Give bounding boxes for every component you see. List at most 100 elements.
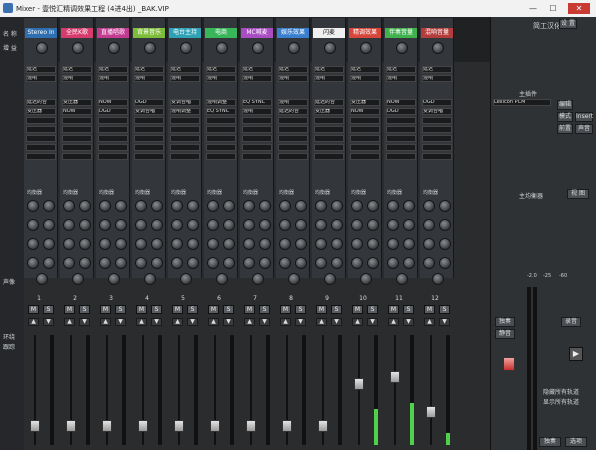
insert-button[interactable]: Insert — [575, 112, 593, 122]
channel-name-11[interactable]: 伴奏音量 — [385, 28, 417, 38]
insert-slot[interactable] — [134, 117, 164, 124]
eq-freq-knob[interactable] — [43, 219, 55, 231]
insert-slot[interactable] — [314, 117, 344, 124]
pan-knob[interactable] — [252, 273, 264, 285]
eq-gain-knob[interactable] — [27, 238, 39, 250]
insert-slot[interactable] — [26, 153, 56, 160]
eq-gain-knob[interactable] — [351, 219, 363, 231]
insert-slot[interactable] — [314, 135, 344, 142]
insert-slot[interactable] — [242, 117, 272, 124]
channel-name-6[interactable]: 电商 — [205, 28, 237, 38]
insert-slot[interactable]: 混响 — [278, 99, 308, 106]
pan-knob[interactable] — [360, 273, 372, 285]
insert-slot[interactable] — [314, 153, 344, 160]
mute-button[interactable]: M — [316, 305, 327, 314]
eq-gain-knob[interactable] — [279, 257, 291, 269]
insert-slot[interactable]: 混响 — [242, 108, 272, 115]
eq-gain-knob[interactable] — [63, 238, 75, 250]
hide-tracks-label[interactable]: 隐藏所有轨道 — [543, 387, 579, 396]
eq-gain-knob[interactable] — [135, 200, 147, 212]
pan-knob[interactable] — [288, 273, 300, 285]
arrow-up-icon[interactable]: ▲ — [424, 318, 435, 326]
insert-slot[interactable] — [170, 135, 200, 142]
eq-freq-knob[interactable] — [331, 200, 343, 212]
view-button[interactable]: 视 图 — [567, 189, 589, 199]
eq-freq-knob[interactable] — [403, 200, 415, 212]
eq-freq-knob[interactable] — [367, 238, 379, 250]
arrow-up-icon[interactable]: ▲ — [388, 318, 399, 326]
aux-send-1[interactable]: 延迟 — [26, 66, 56, 73]
eq-freq-knob[interactable] — [331, 238, 343, 250]
show-tracks-label[interactable]: 显示所有轨道 — [543, 397, 579, 406]
eq-gain-knob[interactable] — [63, 200, 75, 212]
insert-slot[interactable]: 变压器 — [26, 108, 56, 115]
insert-slot[interactable] — [170, 117, 200, 124]
aux-send-1[interactable]: 延迟 — [62, 66, 92, 73]
eq-freq-knob[interactable] — [187, 257, 199, 269]
insert-slot[interactable] — [386, 126, 416, 133]
eq-gain-knob[interactable] — [99, 219, 111, 231]
gain-knob[interactable] — [72, 42, 84, 54]
channel-name-1[interactable]: Stereo In — [25, 28, 57, 38]
eq-freq-knob[interactable] — [223, 200, 235, 212]
eq-gain-knob[interactable] — [207, 200, 219, 212]
eq-gain-knob[interactable] — [243, 257, 255, 269]
fader-cap[interactable] — [426, 406, 436, 418]
mute-button[interactable]: M — [388, 305, 399, 314]
insert-slot[interactable]: 混响调整 — [206, 99, 236, 106]
insert-slot[interactable]: 延迟的合 — [314, 99, 344, 106]
solo-button[interactable]: S — [259, 305, 270, 314]
eq-freq-knob[interactable] — [223, 257, 235, 269]
aux-send-1[interactable]: 延迟 — [386, 66, 416, 73]
aux-send-1[interactable]: 延迟 — [422, 66, 452, 73]
aux-send-2[interactable]: 混响 — [278, 75, 308, 82]
arrow-up-icon[interactable]: ▲ — [280, 318, 291, 326]
gain-knob[interactable] — [180, 42, 192, 54]
fader-cap[interactable] — [210, 420, 220, 432]
insert-slot[interactable] — [26, 135, 56, 142]
mute-button[interactable]: M — [100, 305, 111, 314]
eq-freq-knob[interactable] — [439, 219, 451, 231]
insert-slot[interactable]: 混响调整 — [170, 108, 200, 115]
fader-cap[interactable] — [138, 420, 148, 432]
gain-knob[interactable] — [36, 42, 48, 54]
solo-bottom-button[interactable]: 独奏 — [539, 437, 561, 447]
eq-gain-knob[interactable] — [99, 257, 111, 269]
insert-slot[interactable] — [170, 126, 200, 133]
eq-freq-knob[interactable] — [223, 219, 235, 231]
mute-button[interactable]: M — [64, 305, 75, 314]
insert-slot[interactable] — [422, 153, 452, 160]
eq-freq-knob[interactable] — [79, 200, 91, 212]
insert-slot[interactable] — [422, 144, 452, 151]
eq-gain-knob[interactable] — [135, 219, 147, 231]
insert-slot[interactable] — [242, 126, 272, 133]
pan-knob[interactable] — [36, 273, 48, 285]
fader-cap[interactable] — [174, 420, 184, 432]
insert-slot[interactable] — [62, 144, 92, 151]
insert-slot[interactable] — [134, 135, 164, 142]
arrow-down-icon[interactable]: ▼ — [367, 318, 378, 326]
eq-gain-knob[interactable] — [63, 219, 75, 231]
eq-gain-knob[interactable] — [63, 257, 75, 269]
eq-gain-knob[interactable] — [387, 238, 399, 250]
insert-slot[interactable] — [242, 153, 272, 160]
insert-slot[interactable] — [206, 153, 236, 160]
gain-knob[interactable] — [324, 42, 336, 54]
insert-slot[interactable] — [278, 144, 308, 151]
eq-gain-knob[interactable] — [423, 257, 435, 269]
arrow-up-icon[interactable]: ▲ — [136, 318, 147, 326]
eq-freq-knob[interactable] — [259, 257, 271, 269]
insert-slot[interactable] — [98, 153, 128, 160]
insert-slot[interactable] — [278, 153, 308, 160]
insert-slot[interactable] — [206, 117, 236, 124]
insert-slot[interactable] — [314, 126, 344, 133]
arrow-down-icon[interactable]: ▼ — [115, 318, 126, 326]
master-plugin-slot[interactable]: Lexicon PCM — [493, 99, 551, 106]
eq-gain-knob[interactable] — [171, 238, 183, 250]
eq-gain-knob[interactable] — [207, 219, 219, 231]
eq-freq-knob[interactable] — [439, 238, 451, 250]
aux-send-1[interactable]: 延迟 — [98, 66, 128, 73]
pan-knob[interactable] — [396, 273, 408, 285]
gain-knob[interactable] — [144, 42, 156, 54]
eq-freq-knob[interactable] — [367, 219, 379, 231]
